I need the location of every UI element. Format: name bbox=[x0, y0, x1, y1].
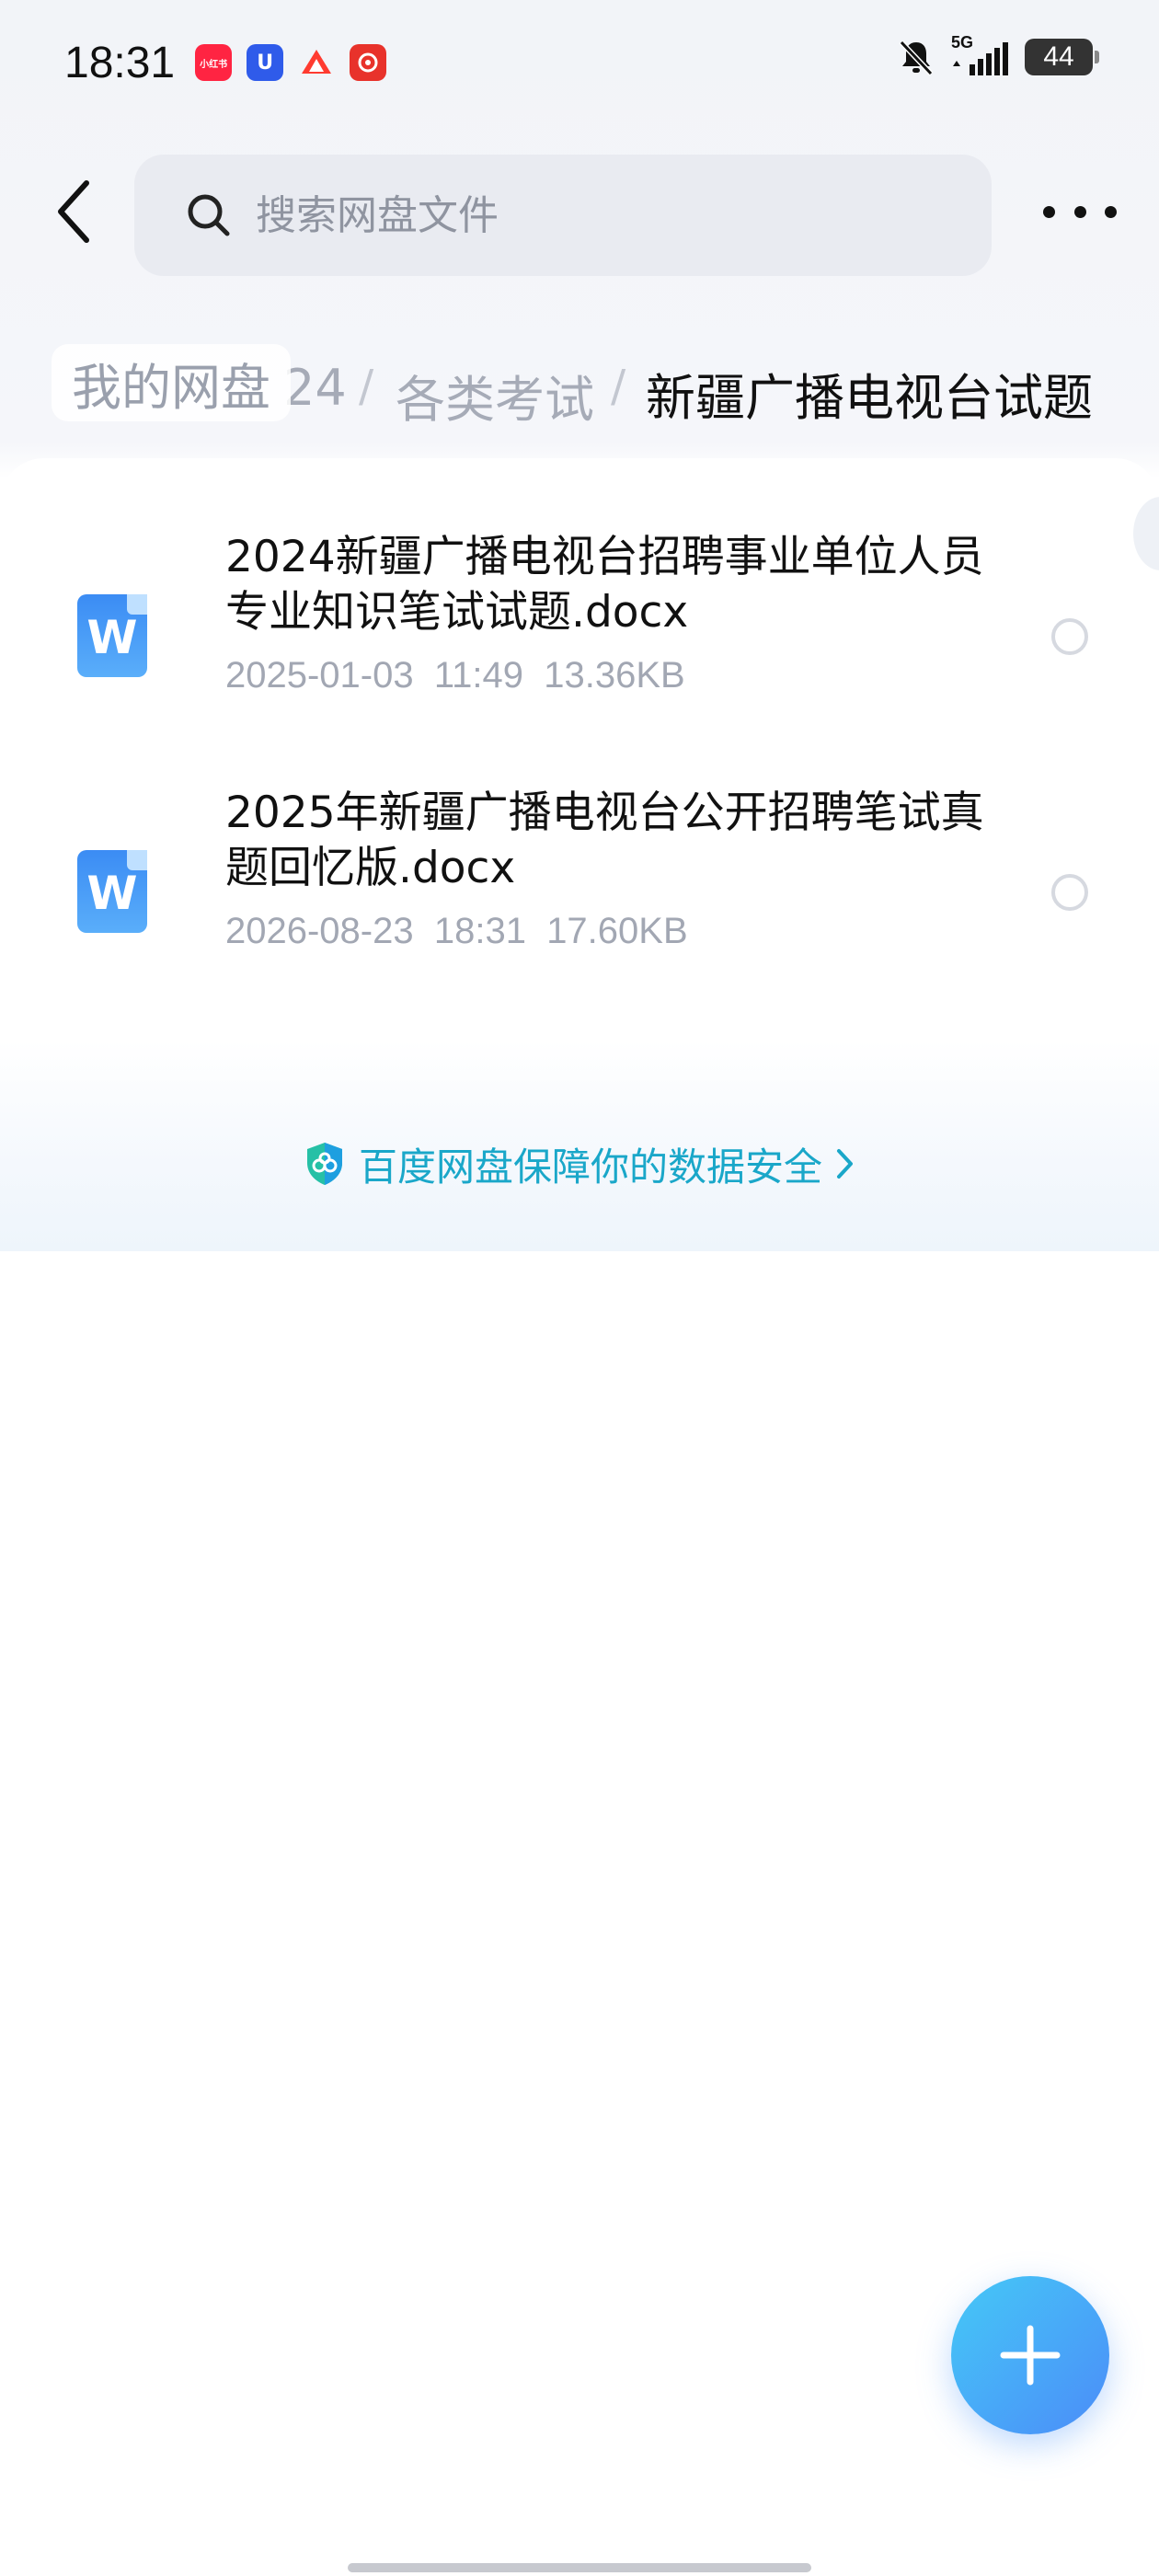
breadcrumb: 24 我的网盘 / 各类考试 / 新疆广播电视台试题 bbox=[0, 331, 1159, 432]
security-link[interactable]: 百度网盘保障你的数据安全 bbox=[304, 1136, 855, 1192]
search-icon bbox=[188, 194, 230, 236]
signal-icon bbox=[953, 42, 1008, 75]
add-button[interactable] bbox=[951, 2276, 1109, 2434]
select-checkbox[interactable] bbox=[1051, 618, 1088, 655]
file-name: 2024新疆广播电视台招聘事业单位人员专业知识笔试试题.docx bbox=[225, 532, 984, 638]
triangle-app-icon bbox=[298, 44, 335, 81]
breadcrumb-separator: / bbox=[359, 361, 374, 412]
home-indicator[interactable] bbox=[348, 2563, 811, 2572]
status-bar: 18:31 小红书 U 5G 44 bbox=[0, 0, 1159, 125]
shield-icon bbox=[306, 1143, 342, 1185]
breadcrumb-current: 新疆广播电视台试题 bbox=[646, 369, 1093, 427]
chevron-right-icon bbox=[837, 1149, 853, 1179]
select-checkbox[interactable] bbox=[1051, 874, 1088, 911]
security-text: 百度网盘保障你的数据安全 bbox=[358, 1144, 822, 1190]
search-input[interactable] bbox=[256, 191, 900, 239]
file-name: 2025年新疆广播电视台公开招聘笔试真题回忆版.docx bbox=[225, 788, 984, 893]
page: 18:31 小红书 U 5G 44 搜索网盘文件 24 我的网盘 / 各类考试 … bbox=[0, 0, 1159, 2576]
back-button[interactable] bbox=[37, 166, 110, 258]
red-app-icon bbox=[350, 44, 387, 81]
status-right: 5G 44 bbox=[896, 33, 1099, 77]
file-date: 2025-01-03 bbox=[225, 655, 414, 696]
file-time: 18:31 bbox=[433, 911, 526, 951]
notification-icons: 小红书 U bbox=[195, 44, 387, 81]
more-dot-icon bbox=[1105, 205, 1117, 218]
file-meta: 2025-01-03 11:49 13.36KB bbox=[225, 655, 685, 696]
u-app-icon-label: U bbox=[257, 51, 274, 75]
xiaohongshu-app-icon: 小红书 bbox=[195, 44, 233, 81]
mute-bell-icon bbox=[899, 40, 934, 76]
signal-indicator: 5G bbox=[951, 33, 1010, 77]
list-item[interactable]: W 2025年新疆广播电视台公开招聘笔试真题回忆版.docx 2026-08-2… bbox=[0, 769, 1159, 990]
status-time: 18:31 bbox=[64, 38, 176, 87]
xiaohongshu-app-icon-label: 小红书 bbox=[200, 59, 228, 70]
file-size: 17.60KB bbox=[546, 911, 688, 951]
battery-icon: 44 bbox=[1025, 39, 1099, 75]
file-time: 11:49 bbox=[433, 655, 523, 696]
word-doc-icon: W bbox=[77, 594, 147, 677]
file-meta: 2026-08-23 18:31 17.60KB bbox=[225, 911, 688, 952]
more-options-button[interactable] bbox=[1043, 184, 1117, 239]
breadcrumb-root-label: 我的网盘 bbox=[72, 358, 270, 417]
file-size: 13.36KB bbox=[544, 655, 685, 696]
plus-icon bbox=[1000, 2325, 1061, 2386]
file-date: 2026-08-23 bbox=[225, 911, 414, 951]
header bbox=[0, 147, 1159, 276]
search-box[interactable] bbox=[134, 155, 992, 276]
back-arrow-icon bbox=[58, 180, 89, 243]
breadcrumb-parent[interactable]: 各类考试 bbox=[396, 359, 594, 431]
more-dot-icon bbox=[1073, 205, 1086, 218]
breadcrumb-separator: / bbox=[611, 361, 626, 412]
u-app-icon: U bbox=[247, 44, 284, 81]
word-doc-icon: W bbox=[77, 850, 147, 933]
list-item[interactable]: W 2024新疆广播电视台招聘事业单位人员专业知识笔试试题.docx 2025-… bbox=[0, 513, 1159, 734]
battery-level: 44 bbox=[1043, 41, 1074, 72]
breadcrumb-truncated-item[interactable]: 24 bbox=[283, 359, 347, 417]
breadcrumb-root[interactable]: 我的网盘 bbox=[52, 344, 291, 421]
security-banner: 百度网盘保障你的数据安全 bbox=[0, 1040, 1159, 1251]
more-dot-icon bbox=[1043, 205, 1055, 218]
